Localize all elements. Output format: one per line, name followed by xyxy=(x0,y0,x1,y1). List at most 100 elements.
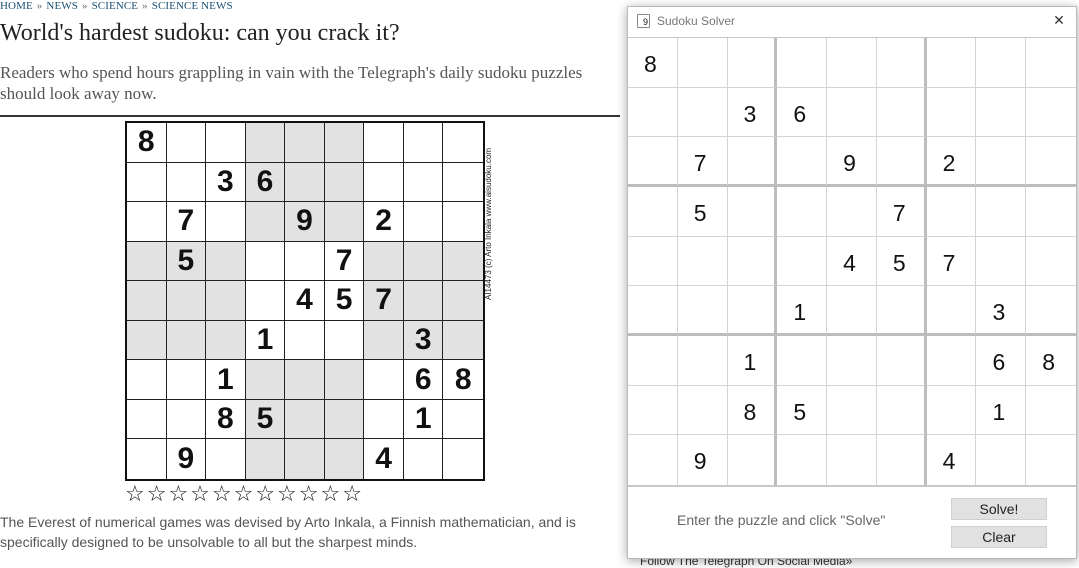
solver-cell[interactable]: 3 xyxy=(727,87,778,138)
solver-cell[interactable]: 6 xyxy=(976,336,1027,386)
breadcrumb-link[interactable]: HOME xyxy=(0,0,33,12)
puzzle-cell xyxy=(285,439,325,479)
solver-cell[interactable]: 7 xyxy=(677,137,728,187)
solver-cell[interactable]: 1 xyxy=(976,385,1027,436)
solver-cell[interactable] xyxy=(1026,435,1076,485)
solver-cell[interactable] xyxy=(827,87,877,138)
solver-cell[interactable] xyxy=(628,137,678,187)
solver-cell[interactable] xyxy=(628,336,678,386)
solver-cell[interactable] xyxy=(677,336,728,386)
solver-cell[interactable] xyxy=(628,236,678,287)
solver-cell[interactable] xyxy=(827,336,877,386)
solver-cell[interactable] xyxy=(926,286,977,336)
solver-cell[interactable] xyxy=(827,286,877,336)
solver-cell[interactable]: 2 xyxy=(926,137,977,187)
solver-cell[interactable] xyxy=(926,38,977,88)
solver-cell[interactable] xyxy=(727,187,778,237)
solver-cell[interactable] xyxy=(677,385,728,436)
solver-cell[interactable] xyxy=(677,286,728,336)
puzzle-cell: 3 xyxy=(403,320,444,361)
solver-cell[interactable]: 1 xyxy=(727,336,778,386)
solver-cell[interactable] xyxy=(677,38,728,88)
solver-cell[interactable] xyxy=(876,87,927,138)
solver-cell[interactable] xyxy=(728,435,778,485)
solver-cell[interactable] xyxy=(1026,88,1076,138)
puzzle-cell xyxy=(285,162,325,203)
close-icon[interactable]: ✕ xyxy=(1042,7,1076,35)
solver-cell[interactable] xyxy=(1026,286,1076,336)
solver-cell[interactable]: 1 xyxy=(777,286,828,336)
solver-cell[interactable] xyxy=(876,38,927,88)
solver-cell[interactable] xyxy=(628,286,678,336)
solver-cell[interactable] xyxy=(976,435,1027,485)
breadcrumb-link[interactable]: SCIENCE xyxy=(92,0,139,12)
solver-cell[interactable] xyxy=(1026,386,1076,436)
solver-cell[interactable] xyxy=(926,385,977,436)
solver-cell[interactable] xyxy=(976,87,1027,138)
solver-cell[interactable]: 6 xyxy=(777,87,828,138)
solver-cell[interactable]: 7 xyxy=(876,187,927,237)
solver-cell[interactable] xyxy=(628,87,678,138)
solver-cell[interactable]: 8 xyxy=(1026,336,1076,386)
solver-cell[interactable]: 5 xyxy=(677,187,728,237)
solver-cell[interactable] xyxy=(777,435,828,485)
solver-cell[interactable] xyxy=(976,236,1027,287)
solver-cell[interactable] xyxy=(876,385,927,436)
solve-button[interactable]: Solve! xyxy=(951,498,1047,520)
solver-cell[interactable]: 7 xyxy=(926,236,977,287)
solver-cell[interactable] xyxy=(777,187,828,237)
solver-cell[interactable]: 8 xyxy=(628,38,678,88)
solver-cell[interactable] xyxy=(777,236,828,287)
solver-cell[interactable] xyxy=(876,286,927,336)
solver-cell[interactable] xyxy=(827,385,877,436)
solver-cell[interactable] xyxy=(1026,137,1076,187)
solver-cell[interactable]: 4 xyxy=(927,435,977,485)
breadcrumb-separator: » xyxy=(81,0,88,12)
solver-cell[interactable] xyxy=(677,87,728,138)
solver-cell[interactable] xyxy=(1026,187,1076,237)
solver-cell[interactable] xyxy=(777,137,828,187)
solver-cell[interactable] xyxy=(827,187,877,237)
solver-cell[interactable] xyxy=(628,187,678,237)
solver-cell[interactable]: 9 xyxy=(827,137,877,187)
solver-cell[interactable] xyxy=(727,286,778,336)
solver-cell[interactable]: 4 xyxy=(827,236,877,287)
solver-cell[interactable] xyxy=(976,38,1027,88)
solver-cell[interactable] xyxy=(827,435,877,485)
solver-cell[interactable]: 3 xyxy=(976,286,1027,336)
puzzle-cell: 4 xyxy=(364,439,404,479)
solver-cell[interactable] xyxy=(976,187,1027,237)
solver-cell[interactable] xyxy=(727,236,778,287)
clear-button[interactable]: Clear xyxy=(951,526,1047,548)
solver-cell[interactable] xyxy=(628,385,678,436)
solver-cell[interactable] xyxy=(876,336,927,386)
puzzle-cell xyxy=(206,320,246,361)
solver-cell[interactable] xyxy=(777,38,828,88)
solver-cell[interactable] xyxy=(1026,38,1076,88)
puzzle-cell xyxy=(127,320,167,361)
solver-cell[interactable]: 8 xyxy=(727,385,778,436)
solver-cell[interactable] xyxy=(1026,237,1076,287)
solver-cell[interactable] xyxy=(877,435,927,485)
breadcrumb-link[interactable]: SCIENCE NEWS xyxy=(152,0,233,12)
solver-cell[interactable] xyxy=(926,187,977,237)
solver-cell[interactable] xyxy=(727,137,778,187)
solver-cell[interactable] xyxy=(628,435,678,485)
puzzle-cell: 5 xyxy=(324,281,365,321)
solver-cell[interactable]: 9 xyxy=(678,435,728,485)
solver-cell[interactable] xyxy=(876,137,927,187)
puzzle-cell xyxy=(245,281,286,321)
solver-cell[interactable] xyxy=(976,137,1027,187)
solver-cell[interactable] xyxy=(827,38,877,88)
solver-cell[interactable] xyxy=(777,336,828,386)
solver-cell[interactable] xyxy=(677,236,728,287)
puzzle-cell xyxy=(324,320,365,361)
article-standfirst: Readers who spend hours grappling in vai… xyxy=(0,63,583,103)
solver-cell[interactable] xyxy=(926,87,977,138)
solver-cell[interactable] xyxy=(926,336,977,386)
title-bar[interactable]: 9 Sudoku Solver ✕ xyxy=(628,7,1076,37)
solver-cell[interactable] xyxy=(727,38,778,88)
solver-cell[interactable]: 5 xyxy=(876,236,927,287)
breadcrumb-link[interactable]: NEWS xyxy=(46,0,78,12)
solver-cell[interactable]: 5 xyxy=(777,385,828,436)
